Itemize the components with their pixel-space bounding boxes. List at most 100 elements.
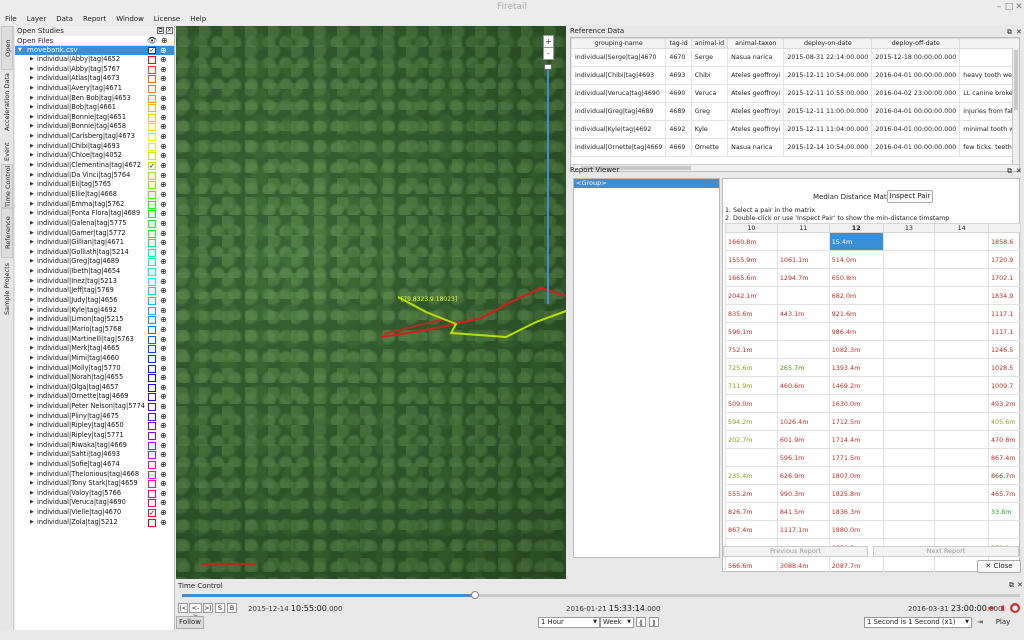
- zoom-to-icon[interactable]: ⊕: [160, 132, 167, 141]
- visibility-checkbox[interactable]: [148, 306, 156, 315]
- individual-row[interactable]: ▶ individual|Bob|tag|4661 ⊕: [15, 103, 174, 113]
- visibility-checkbox[interactable]: [148, 210, 156, 219]
- export-icon[interactable]: ⇥: [975, 617, 985, 627]
- expand-arrow-icon[interactable]: ▶: [30, 94, 34, 104]
- individual-row[interactable]: ▶ individual|Ornette|tag|4669 ⊕: [15, 392, 174, 402]
- zoom-to-icon[interactable]: ⊕: [160, 161, 167, 170]
- matrix-cell[interactable]: 921.6m: [828, 304, 884, 323]
- zoom-to-icon[interactable]: ⊕: [160, 277, 167, 286]
- matrix-cell[interactable]: [987, 520, 1021, 539]
- range-button[interactable]: <->: [189, 603, 202, 620]
- visibility-checkbox[interactable]: [148, 56, 156, 64]
- ref-vertical-scrollbar[interactable]: [1012, 48, 1019, 164]
- jump-start-button[interactable]: |<: [178, 603, 188, 613]
- zoom-to-icon[interactable]: ⊕: [160, 364, 167, 373]
- zoom-to-icon[interactable]: ⊕: [160, 373, 167, 382]
- matrix-cell[interactable]: 1117.1m: [776, 520, 830, 539]
- step-select[interactable]: 1 Hour ▼: [538, 617, 600, 628]
- expand-arrow-icon[interactable]: ▶: [30, 113, 34, 123]
- set-start-button[interactable]: S: [215, 603, 225, 613]
- visibility-checkbox[interactable]: [148, 229, 156, 238]
- matrix-cell[interactable]: [776, 232, 830, 251]
- zoom-to-icon[interactable]: ⊕: [160, 508, 167, 517]
- expand-arrow-icon[interactable]: ▶: [30, 470, 34, 480]
- matrix-cell[interactable]: 33.8m: [987, 502, 1021, 521]
- ref-table-row[interactable]: individual|Serge|tag|4670 4670 Serge Nasua …: [571, 48, 1019, 67]
- matrix-cell[interactable]: [776, 286, 830, 305]
- matrix-cell[interactable]: 1028.5: [987, 358, 1021, 377]
- matrix-cell[interactable]: 752.1m: [725, 340, 778, 359]
- matrix-cell[interactable]: 235.4m: [725, 466, 778, 485]
- matrix-cell[interactable]: 1555.9m: [725, 250, 778, 269]
- zoom-to-icon[interactable]: ⊕: [160, 325, 167, 334]
- menu-report[interactable]: Report: [78, 14, 111, 25]
- expand-arrow-icon[interactable]: ▶: [30, 441, 34, 451]
- expand-arrow-icon[interactable]: ▶: [30, 364, 34, 374]
- matrix-cell[interactable]: [882, 484, 936, 503]
- ref-table-row[interactable]: individual|Chibi|tag|4693 4693 Chibi Ateles…: [571, 66, 1019, 85]
- matrix-cell[interactable]: [882, 394, 936, 413]
- zoom-to-icon[interactable]: ⊕: [160, 171, 167, 180]
- file-checkbox[interactable]: ✓: [148, 47, 156, 54]
- zoom-to-icon[interactable]: ⊕: [160, 248, 167, 257]
- zoom-to-icon[interactable]: ⊕: [160, 190, 167, 199]
- maximize-icon[interactable]: □: [1004, 2, 1014, 12]
- follow-button[interactable]: Follow: [176, 616, 204, 629]
- individual-row[interactable]: ▶ individual|Olga|tag|4657 ⊕: [15, 383, 174, 393]
- matrix-cell[interactable]: 1660.8m: [725, 232, 778, 251]
- expand-arrow-icon[interactable]: ▶: [30, 190, 34, 200]
- matrix-cell[interactable]: [882, 250, 936, 269]
- menu-layer[interactable]: Layer: [22, 14, 52, 25]
- expand-arrow-icon[interactable]: ▶: [30, 277, 34, 287]
- visibility-checkbox[interactable]: [148, 451, 156, 460]
- visibility-checkbox[interactable]: [148, 142, 156, 151]
- zoom-to-icon[interactable]: ⊕: [160, 113, 167, 122]
- individual-row[interactable]: ▶ individual|Eli|tag|5765 ⊕: [15, 180, 174, 190]
- visibility-checkbox[interactable]: [148, 364, 156, 373]
- ref-column-header[interactable]: tag-id: [665, 38, 692, 49]
- zoom-to-icon[interactable]: ⊕: [160, 470, 167, 479]
- individual-row[interactable]: ▶ individual|Ripley|tag|4650 ⊕: [15, 421, 174, 431]
- expand-arrow-icon[interactable]: ▶: [30, 306, 34, 316]
- zoom-to-icon[interactable]: ⊕: [160, 74, 167, 83]
- visibility-checkbox[interactable]: [148, 65, 156, 74]
- visibility-checkbox[interactable]: [148, 123, 156, 132]
- matrix-cell[interactable]: 1714.4m: [828, 430, 884, 449]
- expand-arrow-icon[interactable]: ▶: [30, 180, 34, 190]
- expand-arrow-icon[interactable]: ▶: [30, 335, 34, 345]
- zoom-to-icon[interactable]: ⊕: [160, 412, 167, 421]
- matrix-cell[interactable]: [934, 304, 989, 323]
- ref-vscroll-thumb[interactable]: [1014, 50, 1018, 110]
- stop-icon[interactable]: ●: [1010, 603, 1020, 613]
- zoom-to-icon[interactable]: ⊕: [160, 257, 167, 266]
- matrix-cell[interactable]: [882, 286, 936, 305]
- matrix-cell[interactable]: [934, 394, 989, 413]
- expand-arrow-icon[interactable]: ▶: [30, 132, 34, 142]
- menu-file[interactable]: File: [0, 14, 22, 25]
- individual-row[interactable]: ▶ individual|Judy|tag|4656 ⊕: [15, 296, 174, 306]
- expand-arrow-icon[interactable]: ▶: [30, 498, 34, 508]
- zoom-to-icon[interactable]: ⊕: [160, 421, 167, 430]
- tc-float-icon[interactable]: ⧉: [1009, 581, 1014, 590]
- zoom-to-icon[interactable]: ⊕: [160, 219, 167, 228]
- expand-arrow-icon[interactable]: ▶: [30, 103, 34, 113]
- zoom-to-icon[interactable]: ⊕: [160, 103, 167, 112]
- matrix-column-header[interactable]: 13: [882, 223, 936, 233]
- expand-arrow-icon[interactable]: ▶: [30, 238, 34, 248]
- visibility-checkbox[interactable]: [148, 441, 156, 450]
- individual-row[interactable]: ▶ individual|Mario|tag|5768 ⊕: [15, 325, 174, 335]
- visibility-checkbox[interactable]: ✓: [148, 162, 156, 171]
- matrix-cell[interactable]: [882, 376, 936, 395]
- matrix-cell[interactable]: 725.6m: [725, 358, 778, 377]
- expand-arrow-icon[interactable]: ▶: [30, 489, 34, 499]
- matrix-cell[interactable]: 493.2m: [987, 394, 1021, 413]
- expand-arrow-icon[interactable]: ▶: [30, 373, 34, 383]
- matrix-cell[interactable]: 470.8m: [987, 430, 1021, 449]
- expand-arrow-icon[interactable]: ▶: [30, 200, 34, 210]
- expand-arrow-icon[interactable]: ▶: [30, 219, 34, 229]
- zoom-to-icon[interactable]: ⊕: [160, 392, 167, 401]
- individual-row[interactable]: ▶ individual|Abby|tag|4652 ⊕: [15, 55, 174, 65]
- matrix-cell[interactable]: [934, 430, 989, 449]
- expand-arrow-icon[interactable]: ▶: [30, 392, 34, 402]
- matrix-cell[interactable]: [882, 448, 936, 467]
